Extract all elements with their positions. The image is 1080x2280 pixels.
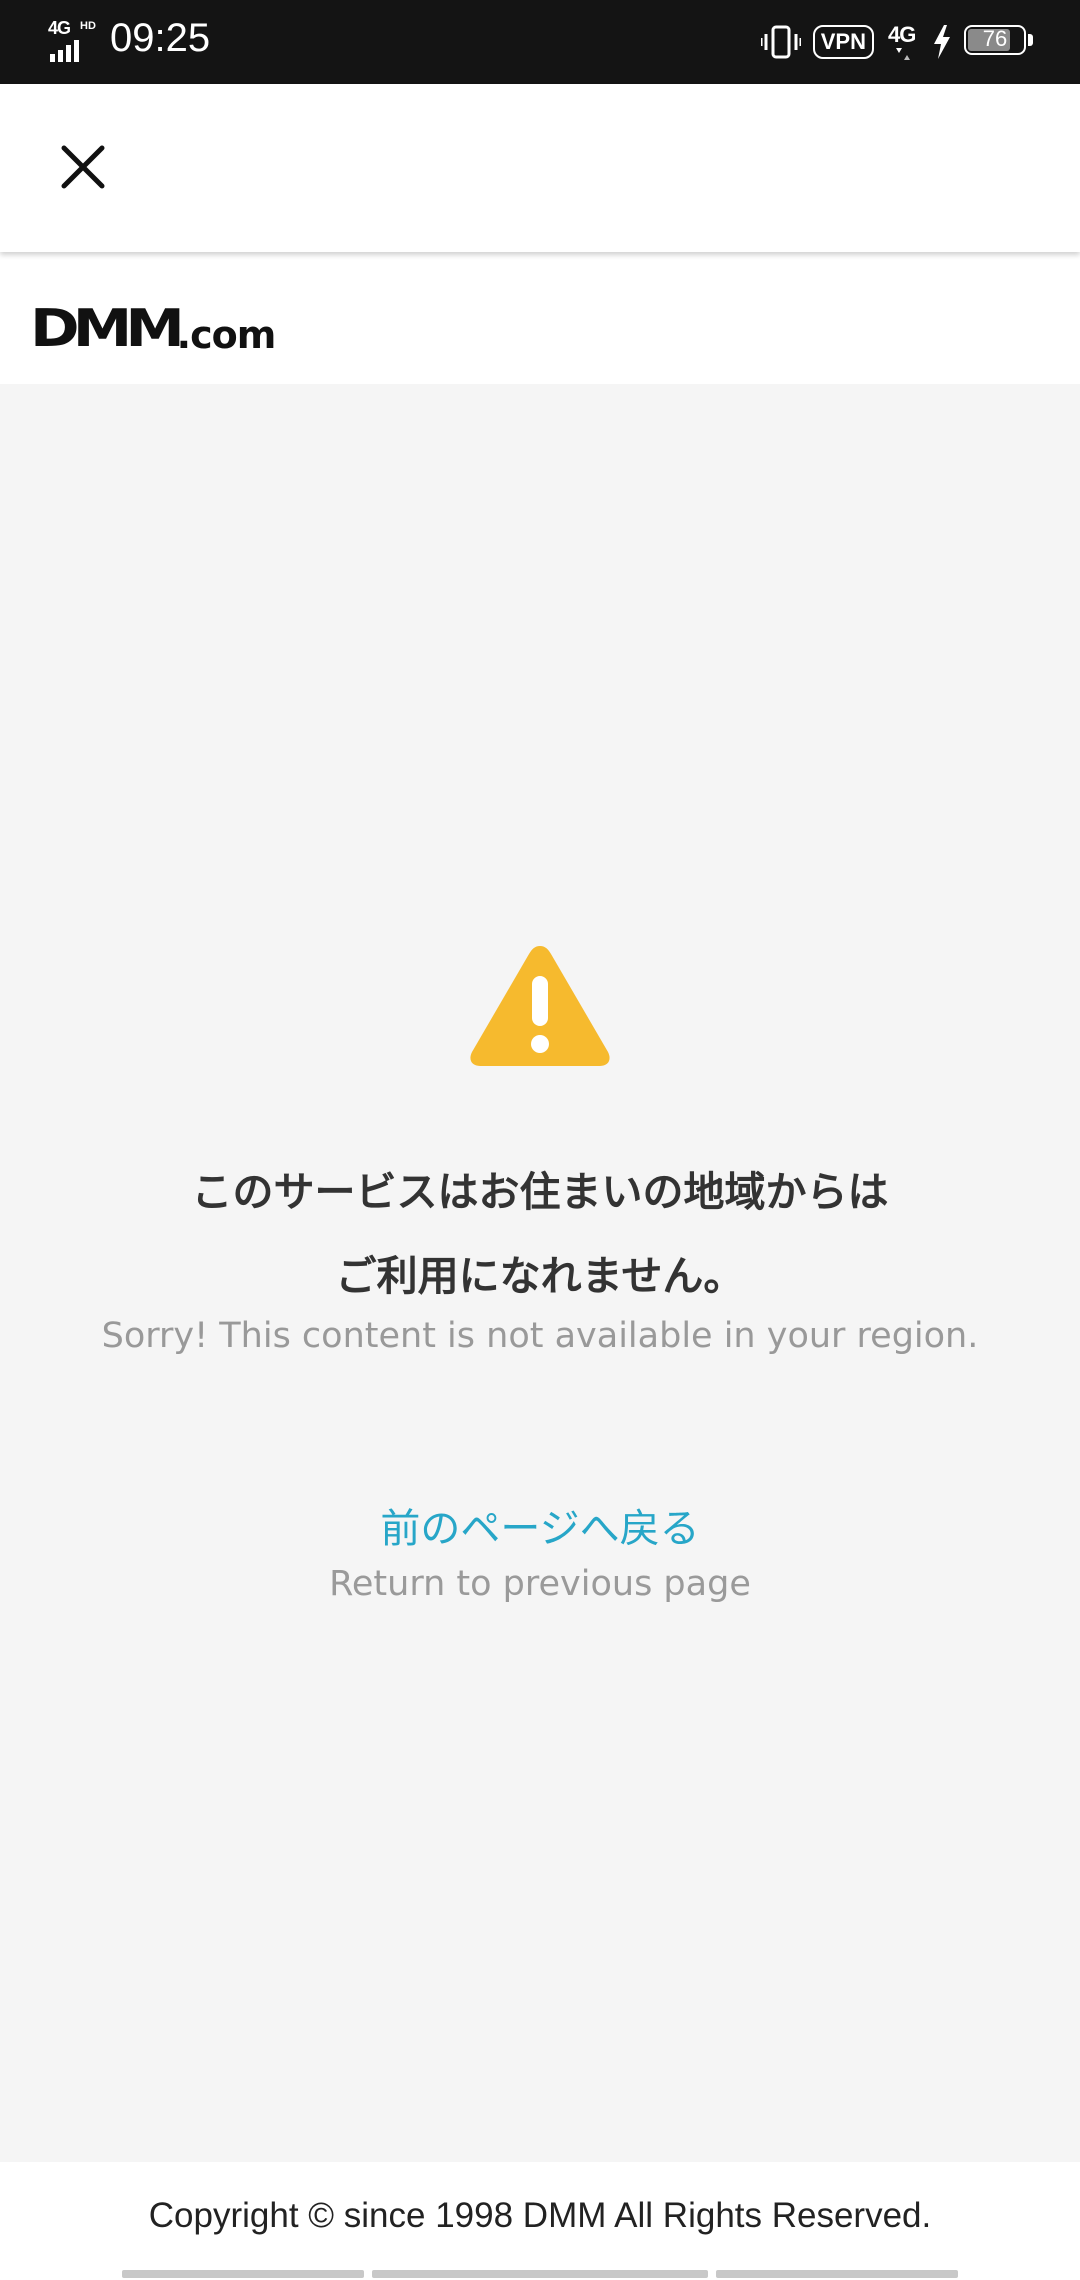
close-button[interactable] <box>44 134 124 204</box>
footer-link-bar[interactable] <box>372 2270 708 2278</box>
footer-link-bar[interactable] <box>122 2270 364 2278</box>
logo-suffix: .com <box>176 313 277 357</box>
battery-level: 76 <box>982 26 1008 51</box>
message-ja-line1: このサービスはお住まいの地域からは <box>191 1168 889 1216</box>
status-icons: VPN 4G 76 <box>760 20 1034 64</box>
region-error-message-ja: このサービスはお住まいの地域からは ご利用になれません。 <box>0 1150 1080 1318</box>
battery-icon: 76 <box>964 25 1034 59</box>
network-type: 4G <box>48 18 71 38</box>
warning-icon <box>470 946 610 1066</box>
status-bar: 4G HD 09:25 VPN 4G 76 <box>0 0 1080 84</box>
vpn-icon: VPN <box>812 25 874 59</box>
message-ja-line2: ご利用になれません。 <box>335 1252 745 1300</box>
clock: 09:25 <box>110 16 211 60</box>
back-to-previous-page-link[interactable]: 前のページへ戻る <box>0 1496 1080 1554</box>
data-indicator: 4G <box>886 22 920 62</box>
region-error-message-en: Sorry! This content is not available in … <box>101 1316 979 1356</box>
site-header: DMM .com <box>0 252 1080 384</box>
footer: Copyright © since 1998 DMM All Rights Re… <box>0 2162 1080 2280</box>
dmm-logo[interactable]: DMM .com <box>30 292 277 359</box>
network-badge: HD <box>80 20 96 32</box>
signal-indicator: 4G HD <box>46 18 100 62</box>
copyright-text: Copyright © since 1998 DMM All Rights Re… <box>148 2196 932 2235</box>
vibrate-icon <box>760 25 801 59</box>
data-arrows-icon <box>896 48 910 60</box>
close-icon <box>61 145 105 189</box>
signal-bars-icon <box>50 40 79 62</box>
footer-link-bar[interactable] <box>716 2270 958 2278</box>
data-type: 4G <box>888 22 916 47</box>
logo-main: DMM <box>30 299 185 359</box>
top-app-bar <box>0 84 1080 252</box>
back-link-subtitle: Return to previous page <box>329 1564 751 1604</box>
charging-icon <box>934 25 950 59</box>
